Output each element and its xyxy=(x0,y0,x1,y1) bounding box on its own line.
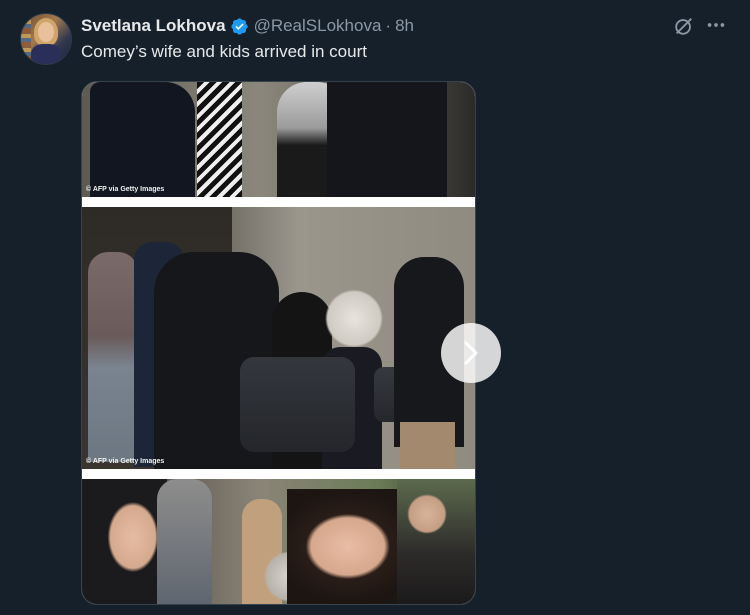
author-display-name[interactable]: Svetlana Lokhova xyxy=(81,16,226,36)
photo-2[interactable]: © AFP via Getty Images xyxy=(82,207,475,469)
next-media-button[interactable] xyxy=(441,323,501,383)
author-handle[interactable]: @RealSLokhova xyxy=(254,16,382,36)
tweet-text: Comey’s wife and kids arrived in court xyxy=(81,42,367,61)
photo-3[interactable] xyxy=(82,479,475,604)
tweet[interactable]: Svetlana Lokhova @RealSLokhova · 8h Come… xyxy=(0,0,750,615)
more-options-icon[interactable] xyxy=(705,14,727,36)
tweet-header: Svetlana Lokhova @RealSLokhova · 8h xyxy=(81,15,414,37)
separator-dot: · xyxy=(385,16,392,35)
photo-1[interactable]: © AFP via Getty Images xyxy=(82,82,475,197)
timestamp[interactable]: 8h xyxy=(395,16,414,36)
tweet-media[interactable]: © AFP via Getty Images © AFP via Getty I… xyxy=(81,81,476,605)
photo-credit: © AFP via Getty Images xyxy=(86,186,165,193)
grok-icon[interactable] xyxy=(673,15,695,37)
avatar[interactable] xyxy=(20,13,72,65)
photo-credit: © AFP via Getty Images xyxy=(86,458,165,465)
verified-badge-icon xyxy=(230,17,248,35)
chevron-right-icon xyxy=(464,341,478,365)
